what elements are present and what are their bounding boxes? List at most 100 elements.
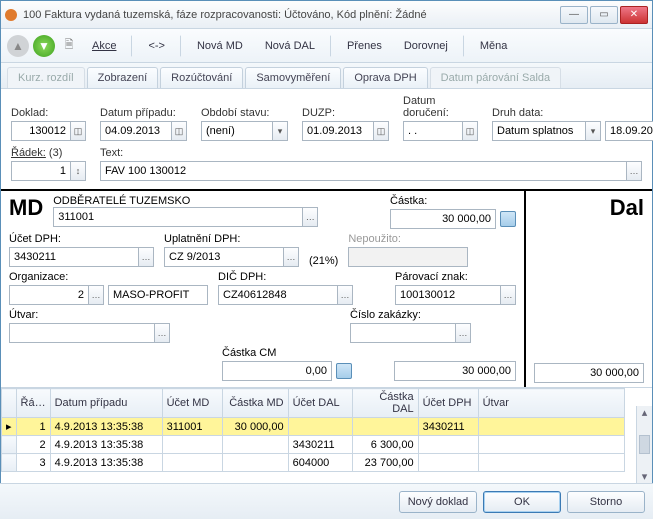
arrows-button[interactable]: <-> <box>139 35 174 57</box>
col-radek[interactable]: Řá… <box>16 389 50 418</box>
col-castkadal[interactable]: Částka DAL <box>352 389 418 418</box>
text-label: Text: <box>100 147 642 159</box>
ellipsis-icon[interactable]: … <box>138 247 154 267</box>
app-icon <box>5 9 17 21</box>
cislozak-label: Číslo zakázky: <box>350 309 471 321</box>
druh-data-label: Druh data: <box>492 107 653 119</box>
parovaci-label: Párovací znak: <box>395 271 516 283</box>
uplatneni-input[interactable]: CZ 9/2013 <box>164 247 284 267</box>
nepouzito-input <box>348 247 468 267</box>
datum-doruceni-input[interactable]: . . <box>403 121 463 141</box>
ok-button[interactable]: OK <box>483 491 561 513</box>
datum-pripadu-input[interactable]: 04.09.2013 <box>100 121 172 141</box>
dicdph-input[interactable]: CZ40612848 <box>218 285 338 305</box>
tab-kurz-rozdil: Kurz. rozdíl <box>7 67 85 88</box>
ellipsis-icon[interactable]: … <box>302 207 318 227</box>
calendar-icon[interactable]: ◫ <box>171 121 187 141</box>
nav-back-button[interactable]: ▲ <box>7 35 29 57</box>
col-ucetdph[interactable]: Účet DPH <box>418 389 478 418</box>
organizace-label: Organizace: <box>9 271 208 283</box>
scroll-thumb[interactable] <box>639 435 650 454</box>
cislozak-input[interactable] <box>350 323 456 343</box>
utvar-input[interactable] <box>9 323 155 343</box>
window-title: 100 Faktura vydaná tuzemská, fáze rozpra… <box>23 9 560 21</box>
mena-button[interactable]: Měna <box>471 35 517 57</box>
tab-samovymereni[interactable]: Samovyměření <box>245 67 341 88</box>
nav-forward-button[interactable]: ▼ <box>33 35 55 57</box>
panel-md: MD ODBĚRATELÉ TUZEMSKO 311001… Částka: 3… <box>1 191 526 387</box>
prenes-button[interactable]: Přenes <box>338 35 391 57</box>
novy-doklad-button[interactable]: Nový doklad <box>399 491 477 513</box>
scroll-down-icon[interactable]: ▾ <box>637 470 652 483</box>
ucetdph-label: Účet DPH: <box>9 233 154 245</box>
col-ucetdal[interactable]: Účet DAL <box>288 389 352 418</box>
doklad-picker-icon[interactable]: ◫ <box>70 121 86 141</box>
ucetdph-input[interactable]: 3430211 <box>9 247 139 267</box>
castkacm-input[interactable]: 0,00 <box>222 361 332 381</box>
table-row[interactable]: 24.9.2013 13:35:3834302116 300,00 <box>2 436 625 454</box>
ellipsis-icon[interactable]: … <box>626 161 642 181</box>
tab-zobrazeni[interactable]: Zobrazení <box>87 67 159 88</box>
ellipsis-icon[interactable]: … <box>283 247 299 267</box>
ellipsis-icon[interactable]: … <box>500 285 516 305</box>
parovaci-input[interactable]: 100130012 <box>395 285 501 305</box>
nova-md-button[interactable]: Nová MD <box>188 35 252 57</box>
detail-table: Řá… Datum případu Účet MD Částka MD Účet… <box>1 387 652 483</box>
duzp-label: DUZP: <box>302 107 389 119</box>
document-icon[interactable]: 🗎 <box>59 36 79 56</box>
table-row[interactable]: 34.9.2013 13:35:3860400023 700,00 <box>2 454 625 472</box>
maximize-button[interactable]: ▭ <box>590 6 618 24</box>
org-num-input[interactable]: 2 <box>9 285 89 305</box>
scroll-up-icon[interactable]: ▴ <box>637 406 652 419</box>
datum-pripadu-label: Datum případu: <box>100 107 187 119</box>
tab-rozuctovani[interactable]: Rozúčtování <box>160 67 243 88</box>
dorovnej-button[interactable]: Dorovnej <box>395 35 457 57</box>
ellipsis-icon[interactable]: … <box>337 285 353 305</box>
titlebar: 100 Faktura vydaná tuzemská, fáze rozpra… <box>1 1 652 29</box>
calendar-icon[interactable]: ◫ <box>373 121 389 141</box>
panel-dal: Dal 30 000,00 <box>526 191 652 387</box>
scrollbar[interactable]: ▴ ▾ <box>636 406 652 483</box>
doklad-input[interactable]: 130012 <box>11 121 71 141</box>
calculator-icon[interactable] <box>336 363 352 379</box>
col-datum[interactable]: Datum případu <box>50 389 162 418</box>
akce-menu[interactable]: Akce <box>83 35 125 57</box>
minimize-button[interactable]: — <box>560 6 588 24</box>
nepouzito-label: Nepoužito: <box>348 233 468 245</box>
nova-dal-button[interactable]: Nová DAL <box>256 35 324 57</box>
dropdown-icon[interactable]: ▾ <box>272 121 288 141</box>
text-input[interactable]: FAV 100 130012 <box>100 161 627 181</box>
footer: Nový doklad OK Storno <box>0 483 653 519</box>
calculator-icon[interactable] <box>500 211 516 227</box>
dropdown-icon[interactable]: ▾ <box>585 121 601 141</box>
col-utvar[interactable]: Útvar <box>478 389 624 418</box>
dal-amount: 30 000,00 <box>534 363 644 383</box>
row-selector-header[interactable] <box>2 389 17 418</box>
org-name-input[interactable]: MASO-PROFIT <box>108 285 208 305</box>
castka-input[interactable]: 30 000,00 <box>390 209 496 229</box>
dal-heading: Dal <box>534 195 644 221</box>
header-row-1: Doklad: 130012◫ Datum případu: 04.09.201… <box>1 89 652 143</box>
col-castkamd[interactable]: Částka MD <box>222 389 288 418</box>
uplatneni-pct: (21%) <box>309 255 338 267</box>
ellipsis-icon[interactable]: … <box>154 323 170 343</box>
druh-select[interactable]: Datum splatnos <box>492 121 586 141</box>
ellipsis-icon[interactable]: … <box>455 323 471 343</box>
header-row-2: Řádek: (3) 1↕ Text: FAV 100 130012… <box>1 143 652 189</box>
castkacm-label: Částka CM <box>222 347 352 359</box>
doklad-label: Doklad: <box>11 107 86 119</box>
tab-oprava-dph[interactable]: Oprava DPH <box>343 67 427 88</box>
obdobi-input[interactable]: (není) <box>201 121 273 141</box>
radek-stepper-icon[interactable]: ↕ <box>70 161 86 181</box>
duzp-input[interactable]: 01.09.2013 <box>302 121 374 141</box>
ellipsis-icon[interactable]: … <box>88 285 104 305</box>
storno-button[interactable]: Storno <box>567 491 645 513</box>
obdobi-label: Období stavu: <box>201 107 288 119</box>
druh-date-input[interactable]: 18.09.2013 <box>605 121 653 141</box>
odberatele-input[interactable]: 311001 <box>53 207 303 227</box>
table-row[interactable]: ▸14.9.2013 13:35:3831100130 000,00343021… <box>2 418 625 436</box>
calendar-icon[interactable]: ◫ <box>462 121 478 141</box>
radek-input[interactable]: 1 <box>11 161 71 181</box>
close-button[interactable]: ✕ <box>620 6 648 24</box>
col-ucetmd[interactable]: Účet MD <box>162 389 222 418</box>
